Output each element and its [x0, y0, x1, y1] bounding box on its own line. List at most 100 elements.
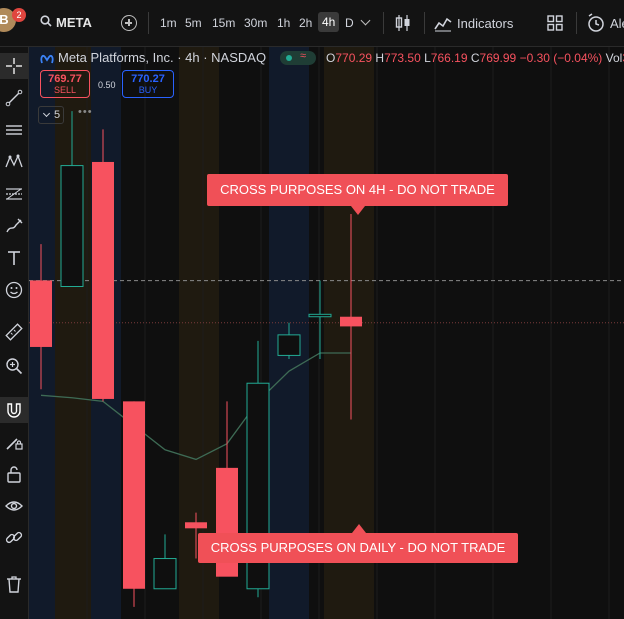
lock-tool[interactable]	[0, 461, 28, 487]
toolbar-divider	[424, 12, 425, 34]
candlestick-chart-icon[interactable]	[394, 14, 412, 32]
remove-drawings-tool[interactable]	[0, 571, 28, 597]
crosshair-icon	[6, 58, 22, 74]
unlock-icon	[7, 466, 21, 483]
callout-4h[interactable]: CROSS PURPOSES ON 4H - DO NOT TRADE	[207, 174, 508, 215]
notification-badge[interactable]: 2	[12, 8, 26, 22]
top-toolbar: B 2 META 1m 5m 15m 30m 1h 2h 4h D Indica…	[0, 0, 624, 47]
pattern-tool[interactable]	[0, 149, 28, 175]
brush-tool[interactable]	[0, 213, 28, 239]
timeframe-5m[interactable]: 5m	[185, 16, 202, 30]
trend-line-icon	[5, 89, 23, 107]
magnet-tool[interactable]	[0, 397, 28, 423]
timeframe-2h[interactable]: 2h	[299, 16, 312, 30]
buy-label: BUY	[138, 85, 158, 95]
trash-icon	[7, 576, 21, 593]
open-value: 770.29	[335, 51, 373, 65]
low-value: 766.19	[430, 51, 468, 65]
callout-4h-text: CROSS PURPOSES ON 4H - DO NOT TRADE	[220, 182, 495, 197]
volume-label: Vol	[605, 51, 623, 65]
brush-icon	[6, 218, 23, 233]
timeframe-1m[interactable]: 1m	[160, 16, 177, 30]
eye-icon	[5, 501, 23, 511]
emoji-tool[interactable]	[0, 277, 28, 303]
drawing-toolbar	[0, 47, 29, 619]
timeframe-d[interactable]: D	[345, 16, 354, 30]
parallel-lines-icon	[6, 125, 22, 135]
change-value: −0.30 (−0.04%)	[519, 51, 603, 65]
alarm-clock-icon[interactable]	[586, 13, 606, 33]
callout-daily-text: CROSS PURPOSES ON DAILY - DO NOT TRADE	[210, 540, 506, 555]
alert-button[interactable]: Ale	[610, 16, 624, 31]
candle-body	[340, 316, 362, 327]
candle-body	[185, 522, 207, 529]
high-value: 773.50	[384, 51, 421, 65]
close-label: C	[470, 51, 480, 65]
chevron-down-icon	[42, 109, 51, 118]
more-options-icon[interactable]: •••	[78, 106, 93, 118]
ruler-tool[interactable]	[0, 319, 28, 345]
zoom-tool[interactable]	[0, 353, 28, 379]
spread-value: 0.50	[98, 80, 116, 90]
text-icon	[8, 251, 20, 265]
fib-retracement-tool[interactable]	[0, 181, 28, 207]
candle-body	[123, 401, 145, 589]
approx-icon: ≈	[300, 50, 307, 62]
meta-logo-icon	[40, 54, 54, 64]
indicators-button[interactable]: Indicators	[457, 16, 513, 31]
crosshair-tool[interactable]	[0, 53, 28, 79]
open-label: O	[326, 51, 336, 65]
magnet-icon	[7, 403, 21, 418]
buy-button[interactable]: 770.27 BUY	[122, 70, 174, 98]
close-value: 769.99	[479, 51, 517, 65]
callout-pointer	[352, 524, 366, 533]
text-tool[interactable]	[0, 245, 28, 271]
layout-grid-icon[interactable]	[547, 15, 563, 31]
smiley-icon	[5, 281, 23, 299]
high-label: H	[375, 51, 385, 65]
timeframe-4h[interactable]: 4h	[318, 12, 340, 32]
ruler-icon	[5, 323, 23, 341]
timeframe-30m[interactable]: 30m	[244, 16, 267, 30]
search-icon[interactable]	[40, 15, 52, 27]
callout-daily[interactable]: CROSS PURPOSES ON DAILY - DO NOT TRADE	[198, 524, 518, 563]
candle-body	[277, 334, 301, 356]
indicators-icon[interactable]	[434, 14, 452, 32]
collapse-indicators-button[interactable]: 5	[38, 106, 64, 124]
callout-pointer	[351, 206, 365, 215]
candle-body	[60, 165, 84, 287]
candle-body	[30, 280, 52, 347]
timeframe-1h[interactable]: 1h	[277, 16, 290, 30]
sell-price: 769.77	[48, 73, 82, 85]
ohlc-values: O770.29 H773.50 L766.19 C769.99 −0.30 (−…	[326, 51, 624, 65]
hide-drawings-tool[interactable]	[0, 493, 28, 519]
trend-line-tool[interactable]	[0, 85, 28, 111]
link-icon	[5, 531, 23, 544]
fib-retracement-icon	[6, 188, 22, 200]
buy-price: 770.27	[131, 73, 165, 85]
link-tool[interactable]	[0, 525, 28, 551]
toolbar-divider	[383, 12, 384, 34]
toolbar-divider	[148, 12, 149, 34]
candle-body	[153, 558, 177, 590]
pattern-icon	[5, 154, 23, 168]
lock-drawings-tool[interactable]	[0, 429, 28, 455]
horizontal-lines-tool[interactable]	[0, 117, 28, 143]
toolbar-divider	[576, 12, 577, 34]
candle-body	[92, 161, 114, 399]
market-open-dot	[286, 55, 292, 61]
compare-symbol-button[interactable]	[121, 15, 137, 31]
market-status-badge[interactable]: ≈	[280, 50, 316, 65]
sell-label: SELL	[53, 85, 77, 95]
sell-button[interactable]: 769.77 SELL	[40, 70, 90, 98]
session-band	[55, 47, 91, 619]
symbol-search-button[interactable]: META	[56, 15, 92, 30]
candle-body	[308, 313, 332, 318]
timeframe-15m[interactable]: 15m	[212, 16, 235, 30]
chevron-down-icon[interactable]	[360, 15, 371, 26]
low-label: L	[424, 51, 431, 65]
symbol-title[interactable]: Meta Platforms, Inc. · 4h · NASDAQ	[58, 50, 266, 65]
pencil-lock-icon	[6, 438, 23, 450]
indicator-count: 5	[54, 109, 61, 121]
zoom-in-icon	[6, 358, 23, 375]
